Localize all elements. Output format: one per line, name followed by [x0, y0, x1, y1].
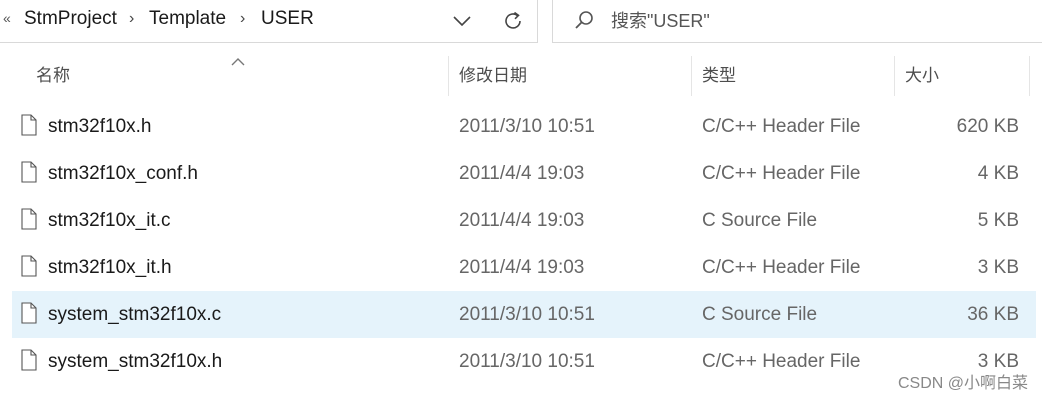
file-type: C Source File — [702, 210, 818, 231]
watermark: CSDN @小啊白菜 — [897, 375, 1028, 392]
file-name[interactable]: stm32f10x_it.h — [48, 244, 172, 291]
file-date: 2011/4/4 19:03 — [459, 210, 585, 231]
column-header-type[interactable]: 类型 — [702, 56, 894, 96]
file-type: C/C++ Header File — [702, 257, 861, 278]
search-icon[interactable] — [573, 9, 595, 36]
file-size: 36 KB — [967, 304, 1019, 325]
address-bar[interactable]: « StmProject › Template › USER — [0, 0, 538, 43]
file-name[interactable]: stm32f10x_it.c — [48, 197, 171, 244]
file-size: 3 KB — [977, 257, 1019, 278]
file-size: 620 KB — [956, 116, 1019, 137]
column-header-size[interactable]: 大小 — [905, 56, 1029, 96]
file-size: 4 KB — [977, 163, 1019, 184]
file-date: 2011/3/10 10:51 — [459, 116, 595, 137]
chevron-down-icon[interactable] — [447, 6, 477, 36]
column-divider[interactable] — [1029, 56, 1030, 96]
breadcrumb-separator-icon[interactable]: › — [129, 10, 134, 28]
column-header-row: 名称 修改日期 类型 大小 — [0, 56, 1042, 96]
file-type: C/C++ Header File — [702, 163, 861, 184]
file-name[interactable]: stm32f10x.h — [48, 103, 152, 150]
file-type: C/C++ Header File — [702, 351, 861, 372]
file-icon — [21, 208, 37, 235]
file-row[interactable]: stm32f10x.h 2011/3/10 10:51 C/C++ Header… — [12, 103, 1036, 150]
file-type: C Source File — [702, 304, 818, 325]
search-input[interactable] — [611, 7, 1011, 35]
search-box[interactable] — [552, 0, 1042, 43]
column-divider[interactable] — [448, 56, 449, 96]
file-row[interactable]: system_stm32f10x.h 2011/3/10 10:51 C/C++… — [12, 338, 1036, 385]
file-row[interactable]: stm32f10x_it.c 2011/4/4 19:03 C Source F… — [12, 197, 1036, 244]
refresh-icon[interactable] — [498, 6, 528, 36]
file-list: stm32f10x.h 2011/3/10 10:51 C/C++ Header… — [0, 103, 1042, 385]
file-date: 2011/3/10 10:51 — [459, 351, 595, 372]
file-icon — [21, 255, 37, 282]
breadcrumb-item-stmproject[interactable]: StmProject — [24, 8, 117, 30]
file-type: C/C++ Header File — [702, 116, 861, 137]
column-divider[interactable] — [894, 56, 895, 96]
file-size: 5 KB — [977, 210, 1019, 231]
column-divider[interactable] — [691, 56, 692, 96]
file-name[interactable]: stm32f10x_conf.h — [48, 150, 198, 197]
file-icon — [21, 302, 37, 329]
breadcrumb-separator-icon[interactable]: › — [240, 10, 245, 28]
breadcrumb-item-user[interactable]: USER — [261, 8, 314, 30]
file-date: 2011/4/4 19:03 — [459, 257, 585, 278]
file-date: 2011/3/10 10:51 — [459, 304, 595, 325]
file-name[interactable]: system_stm32f10x.c — [48, 291, 221, 338]
file-row[interactable]: stm32f10x_it.h 2011/4/4 19:03 C/C++ Head… — [12, 244, 1036, 291]
breadcrumb-item-template[interactable]: Template — [149, 8, 226, 30]
file-name[interactable]: system_stm32f10x.h — [48, 338, 222, 385]
file-icon — [21, 349, 37, 376]
column-header-name[interactable]: 名称 — [36, 56, 448, 96]
file-row[interactable]: system_stm32f10x.c 2011/3/10 10:51 C Sou… — [12, 291, 1036, 338]
navigation-bar: « StmProject › Template › USER — [0, 0, 1042, 44]
column-header-date[interactable]: 修改日期 — [459, 56, 691, 96]
file-icon — [21, 161, 37, 188]
file-date: 2011/4/4 19:03 — [459, 163, 585, 184]
file-icon — [21, 114, 37, 141]
file-row[interactable]: stm32f10x_conf.h 2011/4/4 19:03 C/C++ He… — [12, 150, 1036, 197]
breadcrumb-overflow-button[interactable]: « — [3, 10, 11, 26]
